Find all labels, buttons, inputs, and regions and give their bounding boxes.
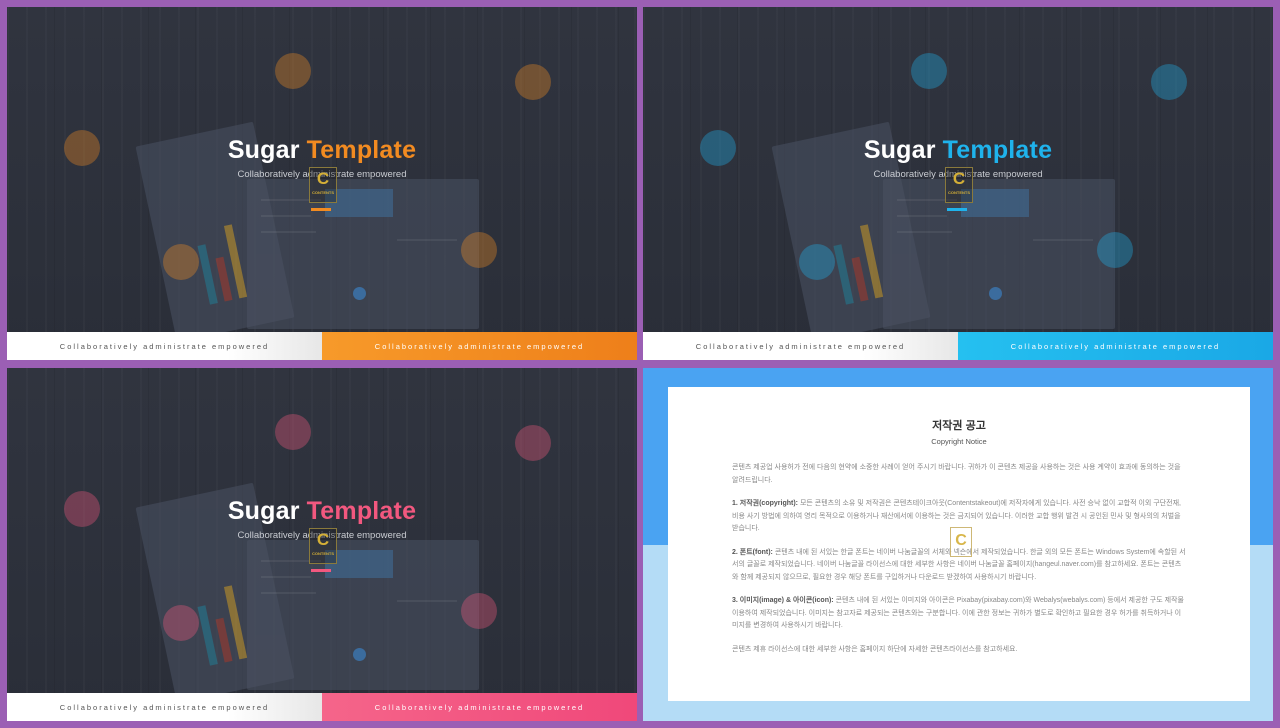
circle-decoration — [515, 64, 551, 100]
notice-card: 저작권 공고 Copyright Notice 콘텐츠 제공업 사용허가 전에 … — [668, 387, 1250, 701]
footer-right: Collaboratively administrate empowered — [958, 332, 1273, 360]
notice-outro: 콘텐츠 제휴 라이선스에 대한 세부한 사항은 홈페이지 하단에 자세한 콘텐츠… — [732, 645, 1018, 653]
paper-line — [1033, 239, 1093, 241]
slide-copyright-notice[interactable]: 저작권 공고 Copyright Notice 콘텐츠 제공업 사용허가 전에 … — [643, 368, 1273, 721]
logo-text: CONTENTS — [312, 551, 334, 556]
paper-line — [397, 239, 457, 241]
title-main: Sugar — [227, 136, 300, 164]
title-accent: Template — [306, 136, 417, 164]
report-bar — [215, 256, 233, 302]
slide-footer: Collaboratively administrate empowered C… — [7, 332, 637, 360]
info-icon — [989, 287, 1002, 300]
title-main: Sugar — [863, 136, 936, 164]
report-bar — [197, 244, 218, 305]
title-underline — [311, 569, 331, 572]
circle-decoration — [163, 605, 199, 641]
paper-line — [261, 231, 316, 233]
info-icon — [353, 287, 366, 300]
notice-title: 저작권 공고 — [932, 420, 986, 432]
paper-line — [897, 231, 952, 233]
circle-decoration — [911, 53, 947, 89]
report-bar — [833, 244, 854, 305]
section-heading: 3. 이미지(image) & 아이콘(icon): — [732, 597, 834, 604]
circle-decoration — [515, 425, 551, 461]
slide-footer: Collaboratively administrate empowered C… — [643, 332, 1273, 360]
title-accent: Template — [306, 497, 417, 525]
section-heading: 2. 폰트(font): — [732, 548, 773, 556]
title-underline — [311, 208, 331, 211]
notice-intro: 콘텐츠 제공업 사용허가 전에 다음의 현약에 소중한 사례이 얻어 주시기 바… — [732, 464, 1181, 484]
contents-logo: C — [950, 527, 972, 557]
circle-decoration — [275, 414, 311, 450]
circle-decoration — [1097, 232, 1133, 268]
contents-logo: C CONTENTS — [309, 528, 337, 564]
paper-line — [261, 576, 311, 578]
circle-decoration — [799, 244, 835, 280]
circle-decoration — [461, 232, 497, 268]
report-bar — [851, 256, 869, 302]
footer-right: Collaboratively administrate empowered — [322, 693, 637, 721]
slide-title: Sugar Template — [7, 136, 637, 165]
footer-left: Collaboratively administrate empowered — [643, 332, 958, 360]
circle-decoration — [163, 244, 199, 280]
footer-right: Collaboratively administrate empowered — [322, 332, 637, 360]
logo-letter: C — [316, 169, 330, 188]
title-accent: Template — [942, 136, 1053, 164]
circle-decoration — [1151, 64, 1187, 100]
slide-pink[interactable]: Sugar Template Collaboratively administra… — [7, 368, 637, 721]
footer-left: Collaboratively administrate empowered — [7, 693, 322, 721]
contents-logo: C CONTENTS — [945, 167, 973, 203]
notice-section-image: 3. 이미지(image) & 아이콘(icon): 콘텐츠 내에 된 서있는 … — [732, 595, 1186, 633]
slide-title: Sugar Template — [7, 497, 637, 526]
logo-text: CONTENTS — [312, 190, 334, 195]
logo-letter: C — [316, 530, 330, 549]
circle-decoration — [461, 593, 497, 629]
circle-decoration — [275, 53, 311, 89]
slide-title: Sugar Template — [643, 136, 1273, 165]
section-heading: 1. 저작권(copyright): — [732, 500, 798, 507]
paper-line — [261, 215, 311, 217]
contents-logo: C CONTENTS — [309, 167, 337, 203]
report-bar — [215, 617, 233, 663]
info-icon — [353, 648, 366, 661]
notice-subtitle: Copyright Notice — [931, 437, 987, 446]
slide-orange[interactable]: Sugar Template Collaboratively administra… — [7, 7, 637, 360]
slide-footer: Collaboratively administrate empowered C… — [7, 693, 637, 721]
report-bar — [197, 605, 218, 666]
footer-left: Collaboratively administrate empowered — [7, 332, 322, 360]
logo-text: CONTENTS — [948, 190, 970, 195]
logo-letter: C — [952, 169, 966, 188]
paper-line — [261, 592, 316, 594]
title-main: Sugar — [227, 497, 300, 525]
slide-blue[interactable]: Sugar Template Collaboratively administra… — [643, 7, 1273, 360]
paper-line — [397, 600, 457, 602]
title-underline — [947, 208, 967, 211]
paper-line — [897, 215, 947, 217]
